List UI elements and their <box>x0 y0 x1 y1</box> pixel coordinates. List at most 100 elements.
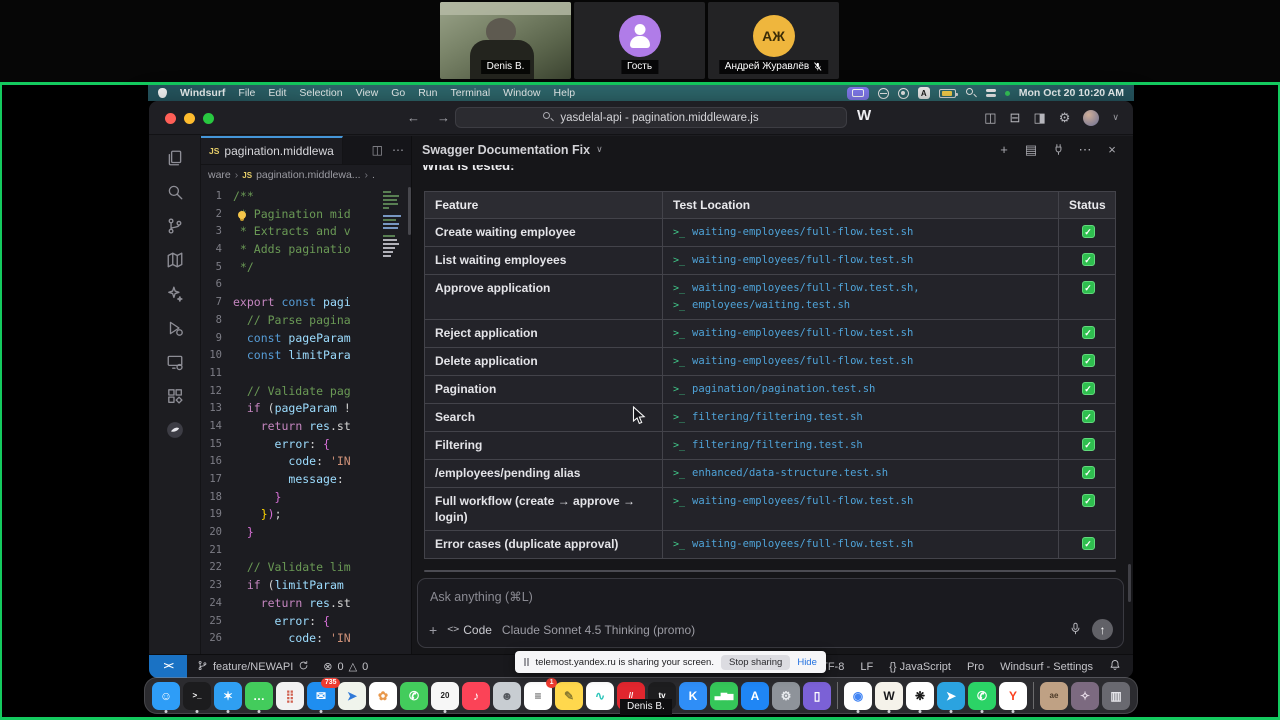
dock-mail[interactable]: ✉735 <box>307 682 335 710</box>
code-editor[interactable]: 1/**2 * Pagination mid3 * Extracts and v… <box>201 185 411 654</box>
settings-gear-icon[interactable]: ⚙ <box>1059 110 1071 126</box>
dock-contacts[interactable]: ☻ <box>493 682 521 710</box>
apple-menu-icon[interactable] <box>158 88 167 98</box>
remote-indicator[interactable]: >< <box>149 655 187 678</box>
maximize-window-button[interactable] <box>203 113 214 124</box>
dock-chatgpt[interactable]: ❋ <box>906 682 934 710</box>
screen-share-indicator-icon[interactable] <box>847 87 869 100</box>
dock-purple-device-app[interactable]: ▯ <box>803 682 831 710</box>
minimize-window-button[interactable] <box>184 113 195 124</box>
test-location-line[interactable]: >_pagination/pagination.test.sh <box>673 381 1048 398</box>
remote-map-icon[interactable] <box>166 251 184 269</box>
explorer-icon[interactable] <box>166 149 184 167</box>
more-icon[interactable]: ⋯ <box>1078 143 1092 157</box>
status-item-pro[interactable]: Pro <box>967 661 984 673</box>
cascade-sparkle-icon[interactable] <box>166 285 184 303</box>
remote-window-icon[interactable] <box>166 353 184 371</box>
status-item-lf[interactable]: LF <box>860 661 873 673</box>
dock-notes[interactable]: ✎ <box>555 682 583 710</box>
dock-windsurf[interactable]: W <box>875 682 903 710</box>
menu-item-windsurf[interactable]: Windsurf <box>180 87 225 99</box>
menu-item-file[interactable]: File <box>238 87 255 99</box>
test-location-line[interactable]: >_enhanced/data-structure.test.sh <box>673 465 1048 482</box>
microphone-icon[interactable] <box>1069 622 1082 638</box>
dock-system-settings[interactable]: ⚙ <box>772 682 800 710</box>
dock-photo-preview[interactable]: ✧ <box>1071 682 1099 710</box>
menu-item-view[interactable]: View <box>356 87 379 99</box>
test-location-line[interactable]: >_waiting-employees/full-flow.test.sh <box>673 325 1048 342</box>
dock-chrome[interactable]: ◉ <box>844 682 872 710</box>
send-button[interactable]: ↑ <box>1092 619 1113 640</box>
account-avatar[interactable] <box>1083 110 1099 126</box>
source-control-icon[interactable] <box>166 217 184 235</box>
test-location-line[interactable]: >_employees/waiting.test.sh <box>673 297 1048 314</box>
menu-item-window[interactable]: Window <box>503 87 540 99</box>
close-icon[interactable]: × <box>1105 143 1119 157</box>
dock-photos[interactable]: ✿ <box>369 682 397 710</box>
menu-item-go[interactable]: Go <box>391 87 405 99</box>
dock-messages[interactable]: … <box>245 682 273 710</box>
bell-icon[interactable] <box>1109 659 1121 674</box>
dock-reminders[interactable]: ≡1 <box>524 682 552 710</box>
back-icon[interactable]: ← <box>407 110 420 125</box>
dock-launchpad[interactable]: ⣿ <box>276 682 304 710</box>
search-icon[interactable] <box>166 183 184 201</box>
split-rows-icon[interactable]: ⊟ <box>1010 110 1021 126</box>
plus-icon[interactable]: + <box>997 143 1011 157</box>
problems-item[interactable]: ⊗ 0 △ 0 <box>323 660 368 673</box>
chevron-down-icon[interactable]: ∨ <box>596 144 603 155</box>
dock-facetime[interactable]: ✆ <box>400 682 428 710</box>
menu-item-edit[interactable]: Edit <box>268 87 286 99</box>
account-icon[interactable] <box>898 88 909 99</box>
dock-keynote[interactable]: K <box>679 682 707 710</box>
dock-calendar[interactable]: 20 <box>431 682 459 710</box>
breadcrumb[interactable]: ware › JS pagination.middlewa... › . <box>201 165 411 185</box>
dock-freeform[interactable]: ∿ <box>586 682 614 710</box>
windsurf-mascot-icon[interactable] <box>166 421 184 439</box>
tab-pagination-middleware[interactable]: JS pagination.middlewa <box>201 136 343 164</box>
dock-telegram[interactable]: ➤ <box>937 682 965 710</box>
dock-trash[interactable]: ▥ <box>1102 682 1130 710</box>
dock-music[interactable]: ♪ <box>462 682 490 710</box>
model-selector[interactable]: Claude Sonnet 4.5 Thinking (promo) <box>502 623 695 637</box>
test-location-line[interactable]: >_waiting-employees/full-flow.test.sh <box>673 493 1048 510</box>
spotlight-search-icon[interactable] <box>965 87 977 99</box>
lightbulb-icon[interactable] <box>238 211 246 219</box>
dock-terminal[interactable]: >_ <box>183 682 211 710</box>
add-context-button[interactable]: + <box>429 622 437 638</box>
plug-icon[interactable] <box>1051 143 1065 157</box>
dock-app-store[interactable]: A <box>741 682 769 710</box>
test-location-line[interactable]: >_waiting-employees/full-flow.test.sh, <box>673 280 1048 297</box>
panel-scrollbar[interactable] <box>1128 564 1131 602</box>
menu-item-help[interactable]: Help <box>554 87 576 99</box>
input-source-icon[interactable]: A <box>918 87 930 99</box>
forward-icon[interactable]: → <box>437 110 450 125</box>
test-location-line[interactable]: >_waiting-employees/full-flow.test.sh <box>673 353 1048 370</box>
dock-stocks-bars[interactable]: ▃▆▅ <box>710 682 738 710</box>
participant-tile[interactable]: Гость <box>574 2 705 79</box>
git-branch-item[interactable]: feature/NEWAPI <box>197 660 309 673</box>
test-location-line[interactable]: >_waiting-employees/full-flow.test.sh <box>673 252 1048 269</box>
status-item-windsurf-settings[interactable]: Windsurf - Settings <box>1000 661 1093 673</box>
run-debug-icon[interactable] <box>166 319 184 337</box>
dock-whatsapp[interactable]: ✆ <box>968 682 996 710</box>
minimap[interactable] <box>381 189 408 277</box>
menu-item-run[interactable]: Run <box>418 87 437 99</box>
participant-tile[interactable]: АЖАндрей Журавлёв <box>708 2 839 79</box>
close-window-button[interactable] <box>165 113 176 124</box>
more-actions-icon[interactable]: ⋯ <box>392 143 404 157</box>
menu-item-terminal[interactable]: Terminal <box>450 87 490 99</box>
chevron-down-icon[interactable]: ∨ <box>1112 112 1119 123</box>
test-location-line[interactable]: >_filtering/filtering.test.sh <box>673 437 1048 454</box>
toggle-panel-icon[interactable]: ◨ <box>1033 110 1045 126</box>
hide-link[interactable]: Hide <box>797 657 817 668</box>
mode-selector[interactable]: <> Code <box>447 623 492 637</box>
battery-icon[interactable] <box>939 89 956 98</box>
clipboard-icon[interactable]: ▤ <box>1024 143 1038 157</box>
dock-yandex-browser[interactable]: Y <box>999 682 1027 710</box>
participant-tile[interactable]: Denis B. <box>440 2 571 79</box>
stop-sharing-button[interactable]: Stop sharing <box>721 655 790 670</box>
dock-safari[interactable]: ✶ <box>214 682 242 710</box>
menu-item-selection[interactable]: Selection <box>299 87 342 99</box>
ask-anything-input[interactable]: Ask anything (⌘L) + <> Code Claude Sonne… <box>417 578 1124 648</box>
